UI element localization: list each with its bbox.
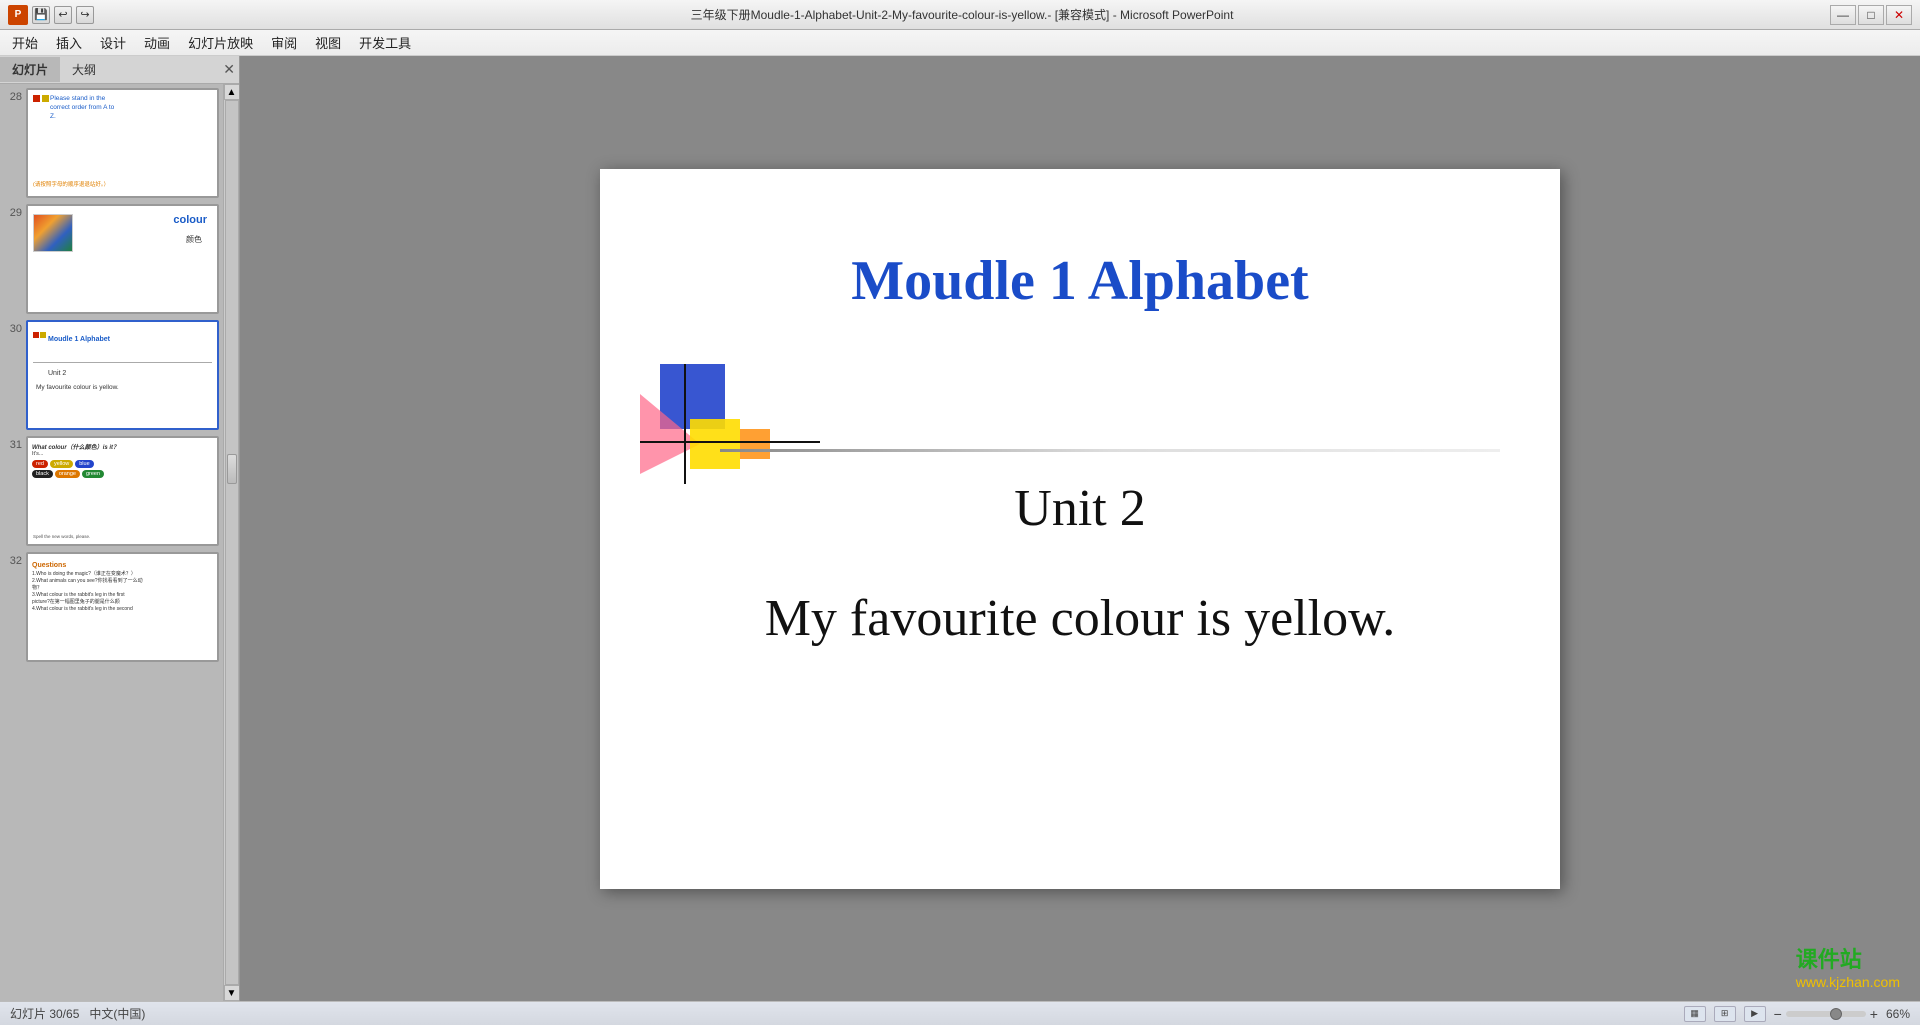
thumb-29-word: colour [173, 214, 207, 226]
slide-count: 幻灯片 30/65 [10, 1005, 79, 1022]
slide-preview-29[interactable]: colour 颜色 [26, 204, 219, 314]
slide-thumb-30[interactable]: 30 Moudle 1 Alphabet Unit 2 My favourite… [4, 320, 219, 430]
thumb-30-fav: My favourite colour is yellow. [36, 384, 119, 391]
zoom-thumb[interactable] [1830, 1008, 1842, 1020]
slide-num-32: 32 [4, 552, 22, 567]
tab-outline[interactable]: 大纲 [60, 57, 108, 82]
oval-blue: blue [75, 460, 93, 468]
language-indicator: 中文(中国) [89, 1005, 145, 1022]
slide-num-29: 29 [4, 204, 22, 219]
oval-orange: orange [55, 470, 80, 478]
watermark: 课件站 www.kjzhan.com [1796, 942, 1900, 990]
zoom-out-btn[interactable]: − [1774, 1006, 1782, 1022]
slide-sorter-btn[interactable]: ⊞ [1714, 1006, 1736, 1022]
thumb-30-unit: Unit 2 [48, 370, 66, 377]
slide-unit: Unit 2 [660, 479, 1500, 538]
zoom-level: 66% [1886, 1007, 1910, 1021]
close-btn[interactable]: ✕ [1886, 5, 1912, 25]
oval-yellow: yellow [50, 460, 73, 468]
minimize-btn[interactable]: — [1830, 5, 1856, 25]
slide-area: Moudle 1 Alphabet Unit 2 M [240, 56, 1920, 1001]
menu-bar: 开始 插入 设计 动画 幻灯片放映 审阅 视图 开发工具 [0, 30, 1920, 56]
zoom-bar: − + 66% [1774, 1006, 1910, 1022]
undo-btn[interactable]: ↩ [54, 6, 72, 24]
menu-start[interactable]: 开始 [4, 31, 46, 54]
thumb-28-text: Please stand in thecorrect order from A … [50, 95, 114, 121]
decorative-shapes [640, 364, 820, 484]
app-icon: P [8, 5, 28, 25]
main-area: 幻灯片 大纲 ✕ 28 Please stand in thecor [0, 56, 1920, 1001]
thumb-31-ovals: red yellow blue [32, 460, 213, 468]
thumb-30-title: Moudle 1 Alphabet [48, 336, 211, 343]
oval-green: green [82, 470, 104, 478]
quick-save-btn[interactable]: 💾 [32, 6, 50, 24]
thumb-29-image [33, 214, 73, 252]
zoom-in-btn[interactable]: + [1870, 1006, 1878, 1022]
thumb-32-questions: 1.Who is doing the magic?（谁正在变魔术？） 2.Wha… [32, 571, 213, 613]
slide-thumb-29[interactable]: 29 colour 颜色 [4, 204, 219, 314]
thumb-29-cn: 颜色 [186, 234, 202, 245]
thumb-30-line [33, 362, 212, 363]
scroll-down-btn[interactable]: ▼ [224, 985, 240, 1001]
scroll-up-btn[interactable]: ▲ [224, 84, 240, 100]
slide-thumb-32[interactable]: 32 Questions 1.Who is doing the magic?（谁… [4, 552, 219, 662]
slide-num-28: 28 [4, 88, 22, 103]
thumb-31-its: It's... [32, 451, 213, 457]
menu-view[interactable]: 视图 [307, 31, 349, 54]
window-title: 三年级下册Moudle-1-Alphabet-Unit-2-My-favouri… [691, 6, 1234, 23]
slide-panel-tabs: 幻灯片 大纲 ✕ [0, 56, 239, 84]
normal-view-btn[interactable]: ▦ [1684, 1006, 1706, 1022]
scroll-track[interactable] [225, 100, 239, 985]
zoom-slider[interactable] [1786, 1011, 1866, 1017]
watermark-line2: www.kjzhan.com [1796, 974, 1900, 990]
slide-thumb-28[interactable]: 28 Please stand in thecorrect order from… [4, 88, 219, 198]
thumb-31-footer: Spell the new words, please. [33, 534, 90, 539]
slide-subtitle: My favourite colour is yellow. [660, 589, 1500, 648]
slide-preview-28[interactable]: Please stand in thecorrect order from A … [26, 88, 219, 198]
title-bar: P 💾 ↩ ↪ 三年级下册Moudle-1-Alphabet-Unit-2-My… [0, 0, 1920, 30]
menu-animation[interactable]: 动画 [136, 31, 178, 54]
thumb-32-title: Questions [32, 562, 213, 569]
thumb-31-title: What colour（什么颜色）is it？ [32, 442, 213, 451]
thumb-28-sub: (请按照字母的顺序退退站好。） [33, 180, 109, 188]
slide-divider [720, 449, 1500, 452]
slide-preview-32[interactable]: Questions 1.Who is doing the magic?（谁正在变… [26, 552, 219, 662]
redo-btn[interactable]: ↪ [76, 6, 94, 24]
menu-insert[interactable]: 插入 [48, 31, 90, 54]
slide-preview-30[interactable]: Moudle 1 Alphabet Unit 2 My favourite co… [26, 320, 219, 430]
current-slide[interactable]: Moudle 1 Alphabet Unit 2 M [600, 169, 1560, 889]
slide-num-31: 31 [4, 436, 22, 451]
title-bar-left: P 💾 ↩ ↪ [8, 5, 94, 25]
status-bar: 幻灯片 30/65 中文(中国) ▦ ⊞ ▶ − + 66% [0, 1001, 1920, 1025]
panel-close-btn[interactable]: ✕ [223, 61, 239, 78]
oval-red: red [32, 460, 48, 468]
menu-developer[interactable]: 开发工具 [351, 31, 419, 54]
menu-design[interactable]: 设计 [92, 31, 134, 54]
maximize-btn[interactable]: □ [1858, 5, 1884, 25]
menu-review[interactable]: 审阅 [263, 31, 305, 54]
status-right: ▦ ⊞ ▶ − + 66% [1684, 1006, 1910, 1022]
slide-panel: 幻灯片 大纲 ✕ 28 Please stand in thecor [0, 56, 240, 1001]
slide-panel-scrollbar[interactable]: ▲ ▼ [223, 84, 239, 1001]
slide-thumb-31[interactable]: 31 What colour（什么颜色）is it？ It's... red y… [4, 436, 219, 546]
scroll-thumb[interactable] [227, 454, 237, 484]
status-left: 幻灯片 30/65 中文(中国) [10, 1005, 145, 1022]
slide-list[interactable]: 28 Please stand in thecorrect order from… [0, 84, 223, 1001]
slide-num-30: 30 [4, 320, 22, 335]
watermark-line1: 课件站 [1796, 942, 1900, 974]
slide-preview-31[interactable]: What colour（什么颜色）is it？ It's... red yell… [26, 436, 219, 546]
oval-black: black [32, 470, 53, 478]
slide-main-title: Moudle 1 Alphabet [660, 249, 1500, 313]
slideshow-btn[interactable]: ▶ [1744, 1006, 1766, 1022]
menu-slideshow[interactable]: 幻灯片放映 [180, 31, 261, 54]
tab-slides[interactable]: 幻灯片 [0, 57, 60, 82]
window-controls[interactable]: — □ ✕ [1830, 5, 1912, 25]
